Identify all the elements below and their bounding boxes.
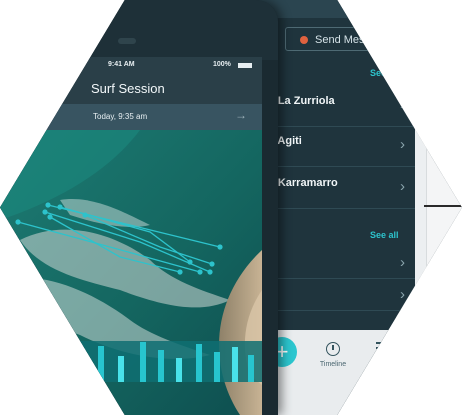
wave-chart — [0, 341, 262, 382]
track-point — [187, 259, 193, 265]
front-phone: 9:41 AM 100% Surf Session Today, 9:35 am… — [0, 0, 278, 415]
track-point — [177, 269, 183, 275]
wave-bar — [60, 344, 66, 382]
wave-bar — [28, 348, 34, 382]
surf-session-screen: 9:41 AM 100% Surf Session Today, 9:35 am… — [0, 57, 262, 415]
wave-bars-bg — [0, 341, 262, 382]
chevron-right-icon: › — [400, 318, 405, 335]
track-point — [217, 244, 223, 250]
wave-bars — [0, 341, 262, 382]
app-showcase: Send Message See all at La Zurriola •• ›… — [0, 0, 462, 415]
session-row[interactable]: at La Zurriola •• › — [265, 86, 415, 127]
clock-icon — [326, 342, 340, 356]
chevron-right-icon: › — [400, 286, 405, 303]
see-all-sessions-link[interactable]: See all — [370, 68, 399, 78]
wave-bar — [176, 358, 182, 382]
wave-bar — [214, 352, 220, 382]
speaker-grille — [118, 38, 136, 44]
tab-timeline-label: Timeline — [319, 361, 347, 368]
wave-bar — [140, 342, 146, 382]
tab-more-label: Mo — [379, 359, 389, 366]
tab-more[interactable]: Mo — [370, 342, 398, 366]
list-item[interactable]: › — [265, 248, 415, 279]
surf-track-line — [49, 216, 181, 273]
track-point — [45, 202, 51, 208]
track-point — [197, 269, 203, 275]
see-all-link[interactable]: See all — [370, 230, 399, 240]
track-point — [47, 214, 53, 220]
tab-timeline[interactable]: Timeline — [313, 342, 353, 368]
white-device-divider — [424, 205, 462, 207]
send-message-label: Send Message — [315, 34, 389, 46]
wave-bar — [98, 346, 104, 382]
chevron-right-icon: › — [400, 178, 405, 195]
wave-bar — [158, 350, 164, 382]
session-row[interactable]: at Agiti •• › — [265, 126, 415, 167]
chevron-right-icon: › — [400, 96, 405, 113]
menu-icon — [376, 342, 392, 354]
wave-bar — [248, 355, 254, 382]
session-row[interactable]: at Karramarro •• › — [265, 168, 415, 209]
surf-track-line — [44, 211, 211, 273]
chevron-right-icon: › — [400, 254, 405, 271]
wave-bar — [196, 344, 202, 382]
chevron-right-icon: › — [400, 136, 405, 153]
send-message-button[interactable]: Send Message — [285, 27, 415, 51]
message-dot-icon — [300, 36, 308, 44]
track-point — [82, 212, 88, 218]
track-point — [15, 219, 21, 225]
track-point — [207, 269, 213, 275]
track-point — [209, 261, 215, 267]
track-point — [57, 204, 63, 210]
surf-track-line — [84, 214, 213, 265]
wave-bar — [10, 354, 16, 382]
phone-bezel-top — [0, 0, 278, 60]
surf-track-line — [17, 221, 201, 273]
wave-bar — [78, 352, 84, 382]
wave-bar — [44, 360, 50, 382]
hexagon-frame: Send Message See all at La Zurriola •• ›… — [0, 0, 462, 415]
wave-bar — [232, 347, 238, 382]
track-point — [42, 209, 48, 215]
list-item[interactable]: › — [265, 280, 415, 311]
wave-bar — [118, 356, 124, 382]
